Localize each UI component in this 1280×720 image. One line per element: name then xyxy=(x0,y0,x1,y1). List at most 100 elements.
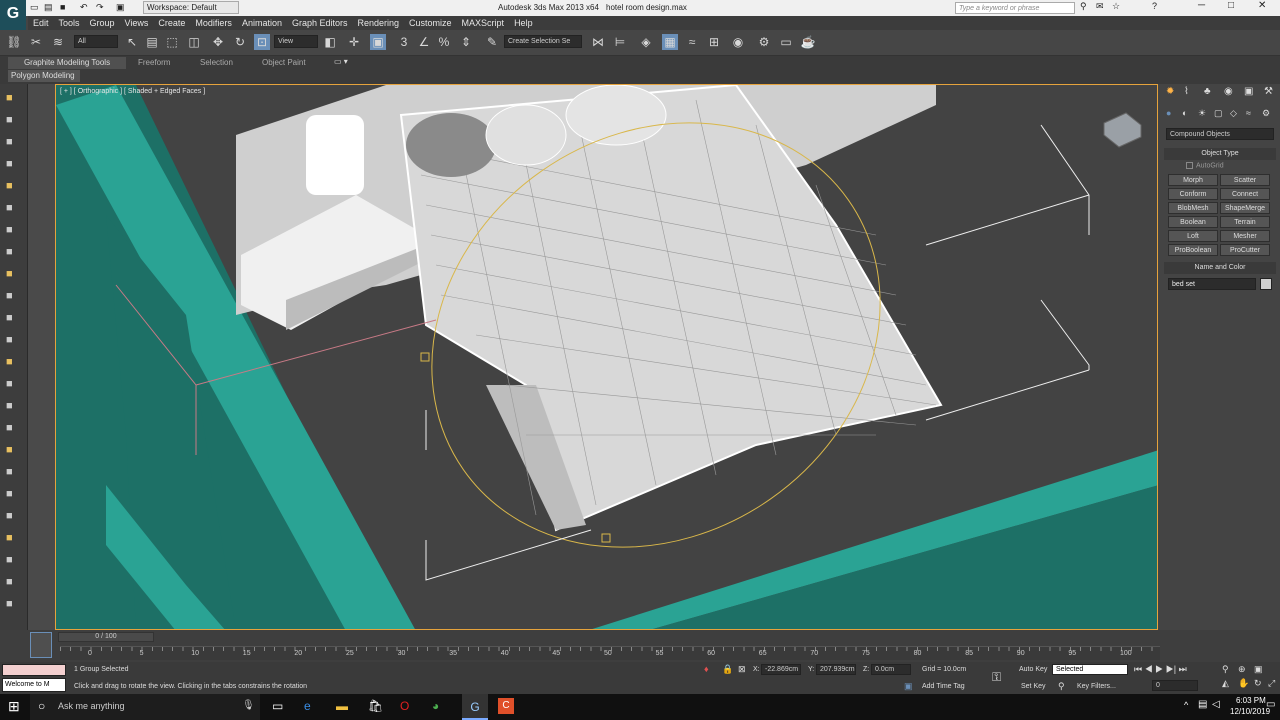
systems-icon[interactable]: ⚙ xyxy=(1262,108,1270,119)
ribbon-options-icon[interactable]: ▭ ▾ xyxy=(334,57,348,66)
globe-icon[interactable]: ■ xyxy=(6,554,13,566)
play-icon[interactable]: ▶ xyxy=(1155,664,1163,674)
scatter-button[interactable]: Scatter xyxy=(1220,174,1270,186)
undo-icon[interactable]: ↶ xyxy=(80,2,88,13)
material-editor-icon[interactable]: ◉ xyxy=(730,34,746,50)
3dsmax-taskbar-icon[interactable]: G xyxy=(462,694,488,720)
layer-manager-icon[interactable]: ◈ xyxy=(638,34,654,50)
store-icon[interactable]: 🛍 xyxy=(368,699,383,713)
percent-snap-icon[interactable]: % xyxy=(436,34,452,50)
project-folder-icon[interactable]: ▣ xyxy=(116,2,125,13)
camera-icon[interactable]: ■ xyxy=(6,202,13,214)
pyramid-icon[interactable]: ■ xyxy=(6,378,13,390)
helpers-icon[interactable]: ◇ xyxy=(1230,108,1237,119)
zoom-icon[interactable]: ⚲ xyxy=(1222,664,1229,675)
maxscript-listener-input[interactable] xyxy=(2,664,66,676)
pipe-icon[interactable]: ■ xyxy=(6,444,13,456)
show-hidden-icons[interactable]: ^ xyxy=(1184,700,1188,710)
space-warps-icon[interactable]: ≈ xyxy=(1246,108,1251,118)
bind-space-warp-icon[interactable]: ≋ xyxy=(50,34,66,50)
scene-svg[interactable] xyxy=(56,85,1158,630)
tab-graphite-modeling-tools[interactable]: Graphite Modeling Tools xyxy=(8,57,126,69)
select-and-move-icon[interactable]: ✥ xyxy=(210,34,226,50)
menu-views[interactable]: Views xyxy=(120,16,154,30)
sphere-icon[interactable]: ■ xyxy=(6,312,13,324)
name-and-color-rollout-title[interactable]: Name and Color xyxy=(1164,262,1276,274)
align-icon[interactable]: ⊨ xyxy=(612,34,628,50)
object-name-input[interactable]: bed set xyxy=(1168,278,1256,290)
loft-button[interactable]: Loft xyxy=(1168,230,1218,242)
maximize-viewport-icon[interactable]: ⤢ xyxy=(1268,678,1275,689)
particle-icon[interactable]: ■ xyxy=(6,510,13,522)
proboolean-button[interactable]: ProBoolean xyxy=(1168,244,1218,256)
z-coordinate-field[interactable]: 0.0cm xyxy=(871,664,911,675)
render-setup-icon[interactable]: ⚙ xyxy=(756,34,772,50)
render-production-icon[interactable]: ☕ xyxy=(800,34,816,50)
menu-customize[interactable]: Customize xyxy=(404,16,457,30)
tab-object-paint[interactable]: Object Paint xyxy=(262,57,322,69)
rectangular-selection-icon[interactable]: ⬚ xyxy=(164,34,180,50)
close-icon[interactable]: ✕ xyxy=(1258,0,1266,11)
conform-button[interactable]: Conform xyxy=(1168,188,1218,200)
box-icon[interactable]: ■ xyxy=(6,114,13,126)
select-by-name-icon[interactable]: ▤ xyxy=(144,34,160,50)
compound-objects-dropdown[interactable]: Compound Objects xyxy=(1166,128,1274,140)
cortana-search[interactable]: ○ Ask me anything 🎙 xyxy=(30,694,260,720)
go-to-start-icon[interactable]: ⏮ xyxy=(1134,664,1142,674)
boolean-button[interactable]: Boolean xyxy=(1168,216,1218,228)
viewport-orthographic[interactable]: [ + ] [ Orthographic ] [ Shaded + Edged … xyxy=(55,84,1158,630)
selection-lock-icon[interactable]: 🔒 xyxy=(722,664,733,675)
windows-start-icon[interactable]: ⊞ xyxy=(8,698,20,715)
favorites-icon[interactable]: ☆ xyxy=(1112,1,1120,12)
menu-modifiers[interactable]: Modifiers xyxy=(190,16,237,30)
open-file-icon[interactable]: ▤ xyxy=(44,2,53,13)
help-search-input[interactable]: Type a keyword or phrase xyxy=(955,2,1075,14)
select-and-link-icon[interactable]: ⛓ xyxy=(6,34,22,50)
previous-frame-icon[interactable]: ◀ xyxy=(1145,664,1153,674)
select-and-rotate-icon[interactable]: ↻ xyxy=(232,34,248,50)
layers-icon[interactable]: ■ xyxy=(6,158,13,170)
edit-named-selection-icon[interactable]: ✎ xyxy=(484,34,500,50)
snaps-toggle-icon[interactable]: 3 xyxy=(396,34,412,50)
rendered-frame-icon[interactable]: ▭ xyxy=(778,34,794,50)
keyboard-shortcut-icon[interactable]: ▣ xyxy=(370,34,386,50)
curve-editor-icon[interactable]: ≈ xyxy=(684,34,700,50)
menu-graph-editors[interactable]: Graph Editors xyxy=(287,16,353,30)
x-coordinate-field[interactable]: -22.869cm xyxy=(761,664,801,675)
geometry-icon[interactable]: ● xyxy=(1166,108,1171,118)
schematic-view-icon[interactable]: ⊞ xyxy=(706,34,722,50)
utilities-tab-icon[interactable]: ⚒ xyxy=(1264,86,1273,97)
create-tab-icon[interactable]: ✹ xyxy=(1166,86,1174,97)
menu-maxscript[interactable]: MAXScript xyxy=(457,16,510,30)
field-of-view-icon[interactable]: ◭ xyxy=(1222,678,1229,689)
key-filters-button[interactable]: Key Filters... xyxy=(1077,683,1116,690)
time-tag-icon[interactable]: ▣ xyxy=(904,681,913,692)
motion-tab-icon[interactable]: ◉ xyxy=(1224,86,1233,97)
key-mode-dropdown[interactable]: Selected xyxy=(1052,664,1128,675)
sphere-gizmo-icon[interactable]: ■ xyxy=(6,422,13,434)
app-logo-icon[interactable]: G xyxy=(0,0,26,30)
edge-browser-icon[interactable]: e xyxy=(304,699,311,713)
graphite-toggle-icon[interactable]: ▦ xyxy=(662,34,678,50)
unlink-icon[interactable]: ✂ xyxy=(28,34,44,50)
connect-button[interactable]: Connect xyxy=(1220,188,1270,200)
angle-snap-icon[interactable]: ∠ xyxy=(416,34,432,50)
isolate-icon[interactable]: ♦ xyxy=(704,664,709,674)
menu-create[interactable]: Create xyxy=(153,16,190,30)
zoom-extents-icon[interactable]: ▣ xyxy=(1254,664,1263,675)
bottom-icon[interactable]: ■ xyxy=(6,598,13,610)
absolute-mode-icon[interactable]: ⊠ xyxy=(738,664,746,675)
menu-help[interactable]: Help xyxy=(509,16,538,30)
plant-icon[interactable]: ■ xyxy=(6,488,13,500)
menu-group[interactable]: Group xyxy=(85,16,120,30)
teapot-icon[interactable]: ■ xyxy=(6,92,13,104)
zoom-all-icon[interactable]: ⊕ xyxy=(1238,664,1246,675)
viewcube-icon[interactable] xyxy=(1103,112,1142,148)
object-type-rollout-title[interactable]: Object Type xyxy=(1164,148,1276,160)
helper-icon[interactable]: ■ xyxy=(6,224,13,236)
blobmesh-button[interactable]: BlobMesh xyxy=(1168,202,1218,214)
viewport-label[interactable]: [ + ] [ Orthographic ] [ Shaded + Edged … xyxy=(60,88,205,95)
pivot-center-icon[interactable]: ◧ xyxy=(322,34,338,50)
select-and-scale-icon[interactable]: ⊡ xyxy=(254,34,270,50)
select-object-icon[interactable]: ↖ xyxy=(124,34,140,50)
